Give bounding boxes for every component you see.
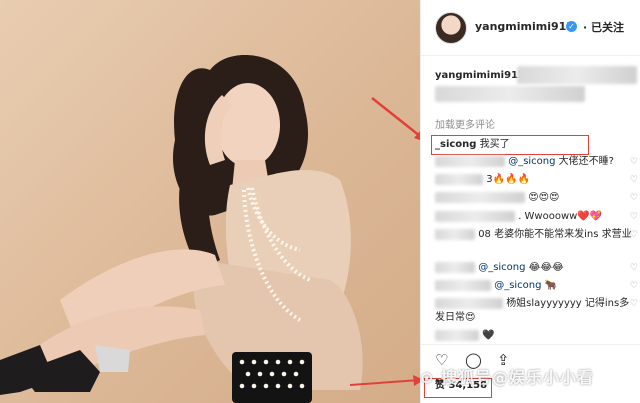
- caption-username[interactable]: yangmimimi912: [435, 70, 525, 81]
- comment-prefix: 08: [478, 229, 491, 240]
- comment-text: . Wwoooww❤️💖: [518, 211, 603, 222]
- comment-text: 🔥🔥🔥: [492, 174, 530, 185]
- post-photo: [0, 0, 420, 403]
- blurred-username: [435, 297, 503, 309]
- comment-like-icon[interactable]: ♡: [630, 193, 638, 203]
- blurred-username: [435, 191, 525, 203]
- blurred-username: [435, 329, 479, 341]
- comment-item: 🖤: [435, 329, 635, 343]
- blurred-username: [435, 155, 505, 167]
- blurred-caption-2: [435, 86, 585, 102]
- mention-link[interactable]: @_sicong: [508, 156, 555, 167]
- blurred-username: [435, 279, 491, 291]
- comment-text: 老婆你能不能常来发ins 求营业: [490, 229, 632, 240]
- comment-like-icon[interactable]: ♡: [630, 175, 638, 185]
- comment-text: 😍😍😍: [528, 192, 560, 203]
- comment-item: 08 老婆你能不能常来发ins 求营业: [435, 228, 635, 242]
- comment-text: 😂😂😂: [525, 262, 564, 273]
- comment-like-icon[interactable]: ♡: [630, 212, 638, 222]
- comment-like-icon[interactable]: ♡: [630, 230, 638, 240]
- comment-item: @_sicong 😂😂😂: [435, 261, 635, 275]
- watermark-text: ⊙ 搜狐号@娱乐小小看: [420, 368, 594, 387]
- comment-text: 🐂: [541, 280, 558, 291]
- comment-item: 杨姐slayyyyyyy 记得ins多发日常😍: [435, 297, 635, 325]
- blurred-username: [435, 210, 515, 222]
- load-more-comments-link[interactable]: 加载更多评论: [435, 116, 495, 131]
- comment-like-icon[interactable]: ♡: [630, 157, 638, 167]
- comment-item: 😍😍😍: [435, 191, 635, 205]
- comment-text: 🖤: [482, 330, 495, 341]
- comment-item: @_sicong 🐂: [435, 279, 635, 293]
- blurred-caption: [517, 66, 637, 84]
- comment-like-icon[interactable]: ♡: [630, 299, 638, 309]
- blurred-username: [435, 228, 475, 240]
- comment-text: 大佬还不睡?: [555, 156, 614, 167]
- highlight-box: [431, 135, 589, 155]
- post-header: yangmimimi912 ✓ · 已关注: [421, 0, 640, 56]
- mention-link[interactable]: @_sicong: [494, 280, 541, 291]
- comment-item: . Wwoooww❤️💖: [435, 210, 635, 224]
- blurred-username: [435, 173, 483, 185]
- mention-link[interactable]: @_sicong: [478, 262, 525, 273]
- comment-item: 3🔥🔥🔥: [435, 173, 635, 187]
- comments-panel: yangmimimi912 ✓ · 已关注 yangmimimi912 加载更多…: [420, 0, 640, 403]
- comment-item: @_sicong 大佬还不睡?: [435, 155, 635, 169]
- photo-illustration: [0, 55, 420, 403]
- following-status[interactable]: · 已关注: [583, 19, 624, 35]
- comment-like-icon[interactable]: ♡: [630, 281, 638, 291]
- header-username[interactable]: yangmimimi912: [475, 20, 574, 33]
- comment-like-icon[interactable]: ♡: [630, 263, 638, 273]
- verified-badge-icon: ✓: [566, 21, 577, 32]
- blurred-username: [435, 261, 475, 273]
- avatar[interactable]: [435, 12, 467, 44]
